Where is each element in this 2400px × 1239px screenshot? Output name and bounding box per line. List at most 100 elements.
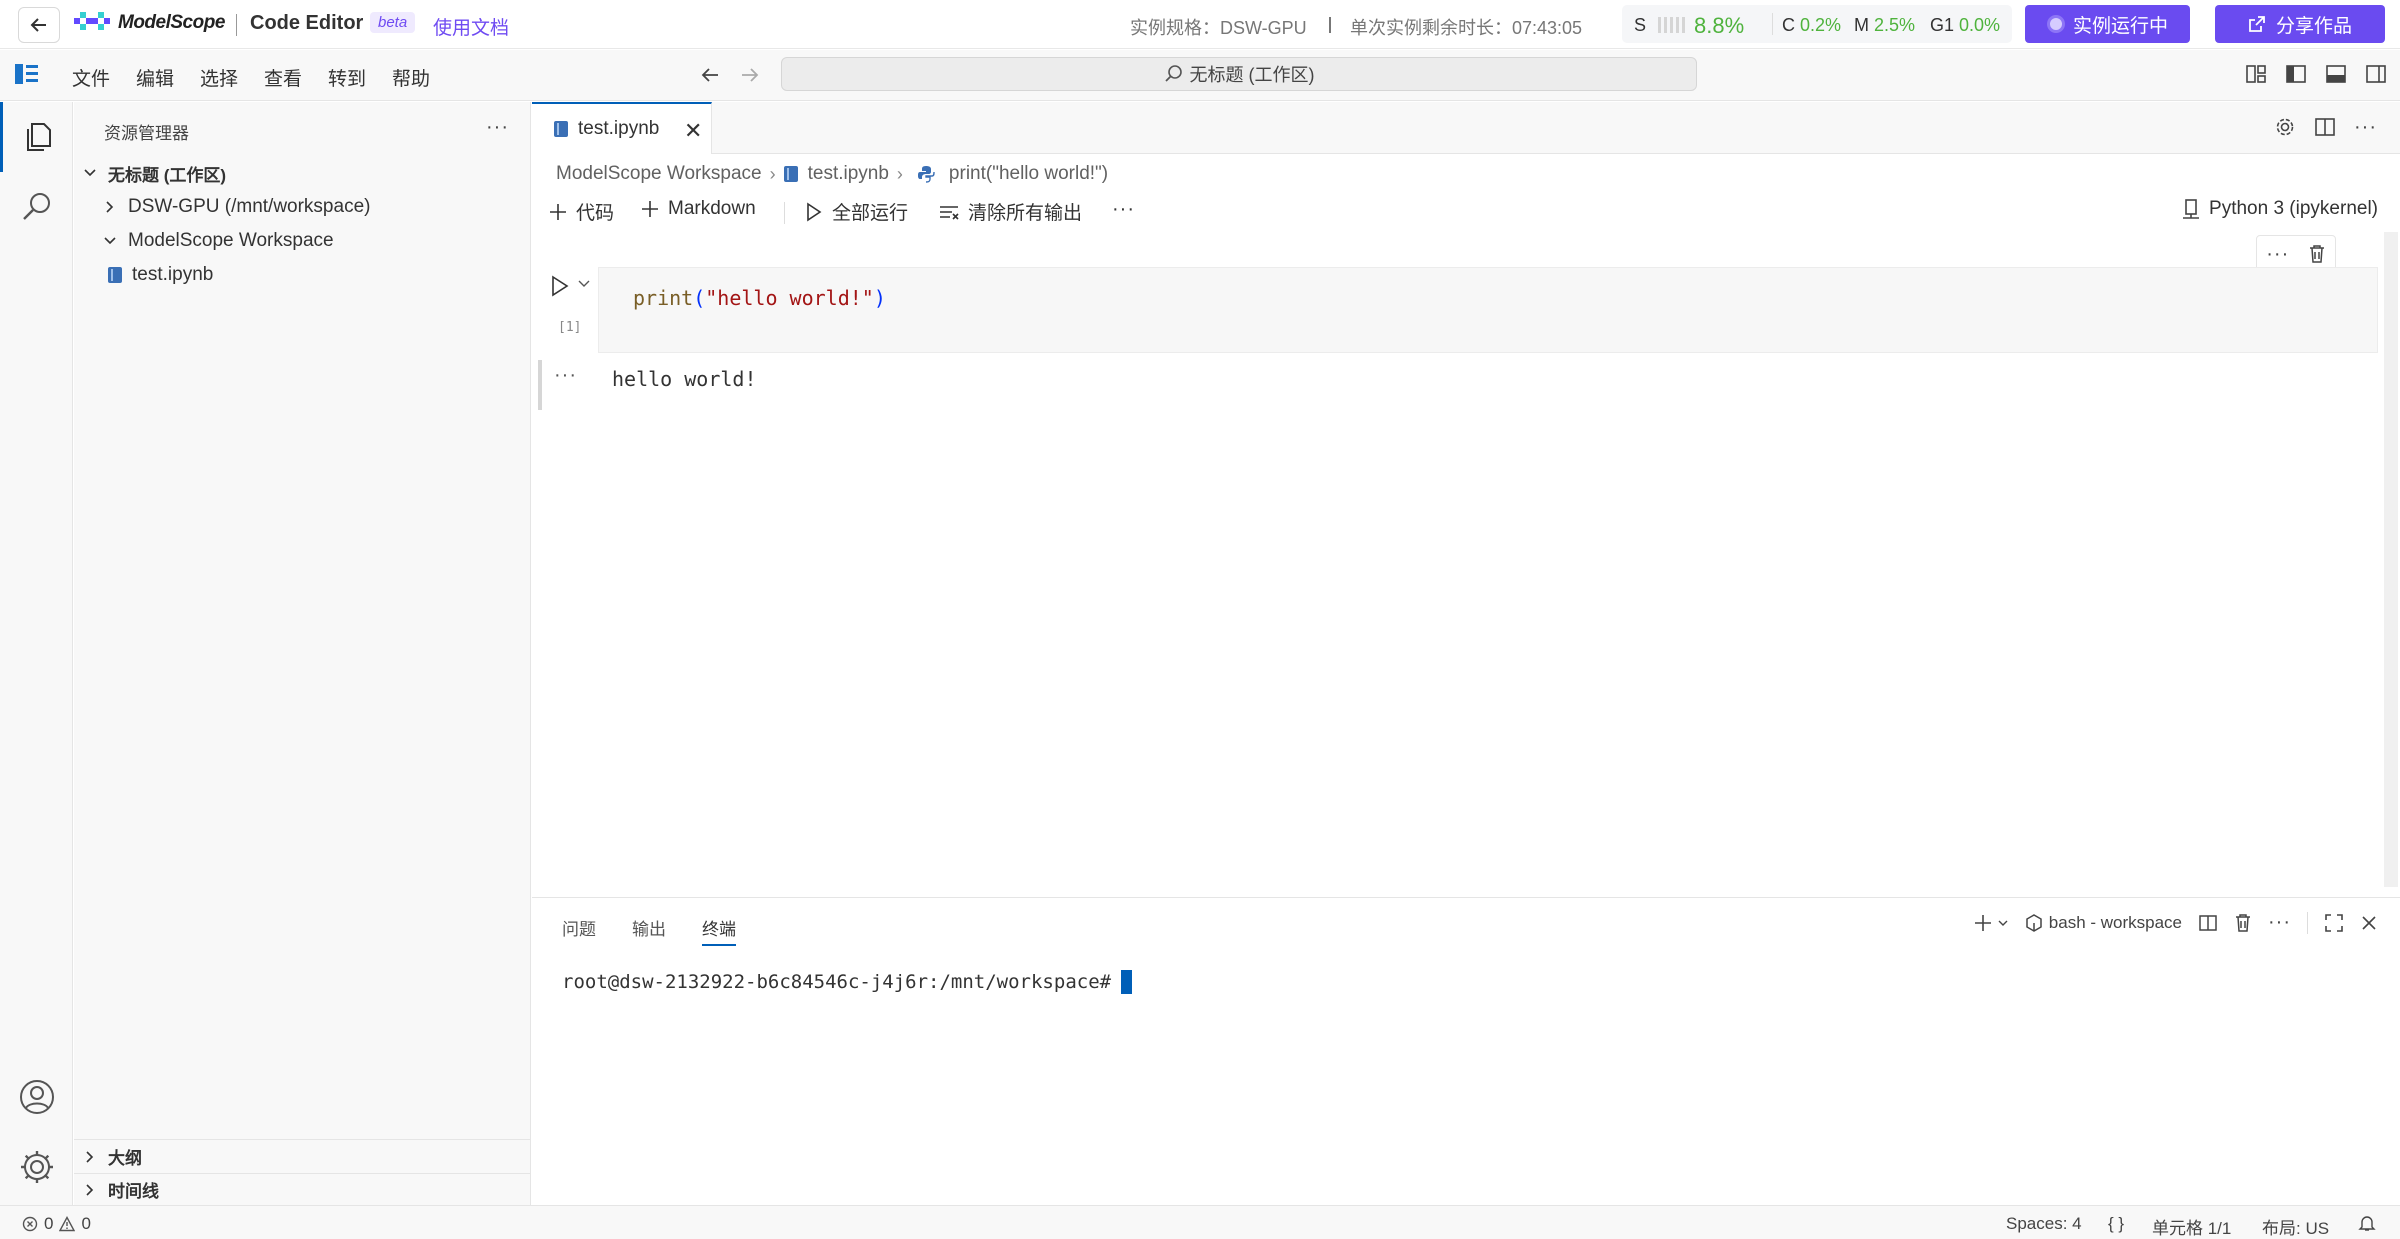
instance-running-button[interactable]: 实例运行中 [2025,5,2190,43]
more-actions-icon[interactable]: ··· [2268,911,2291,934]
chevron-right-icon [80,1183,100,1197]
close-icon[interactable] [2360,914,2378,932]
tab-terminal[interactable]: 终端 [702,915,736,946]
trash-icon[interactable] [2308,244,2326,264]
menu-go[interactable]: 转到 [328,64,366,91]
outline-section[interactable]: 大纲 [74,1139,530,1173]
notebook-file-icon [554,121,568,137]
terminal[interactable]: root@dsw-2132922-b6c84546c-j4j6r:/mnt/wo… [562,970,1133,994]
notifications-icon[interactable] [2358,1214,2376,1232]
storage-label: S [1634,15,1647,35]
cell-position-status[interactable]: 单元格 1/1 [2152,1214,2231,1239]
run-all-button[interactable]: 全部运行 [804,198,908,225]
cpu-label: C [1782,15,1795,35]
explorer-activity[interactable] [0,102,73,172]
trash-icon[interactable] [2234,913,2252,933]
chevron-down-icon [80,166,100,180]
split-editor-icon[interactable] [2314,116,2336,138]
gpu-value: 0.0% [1959,15,2001,35]
tab-problems[interactable]: 问题 [562,915,596,940]
gpu-usage: G1 0.0% [1930,15,2000,36]
more-actions-icon[interactable]: ··· [1112,198,1135,221]
toggle-secondary-sidebar-icon[interactable] [2365,63,2387,85]
chevron-right-icon: › [896,163,903,184]
chevron-down-icon [100,234,120,248]
close-icon[interactable]: ✕ [684,118,702,144]
keyboard-layout-status[interactable]: 布局: US [2262,1214,2329,1239]
menu-selection[interactable]: 选择 [200,64,238,91]
notebook-toolbar: 代码 Markdown 全部运行 清除所有输出 ··· Python 3 (ip… [532,192,2400,232]
tree-item-dsw-gpu[interactable]: DSW-GPU (/mnt/workspace) [74,190,530,224]
tree-item-label: ModelScope Workspace [128,230,334,251]
chevron-right-icon [80,1150,100,1164]
problems-status[interactable]: 0 0 [22,1214,91,1234]
editor-tab-bar: test.ipynb ✕ ··· [532,102,2400,154]
add-code-cell-button[interactable]: 代码 [548,198,614,225]
run-cell-button[interactable] [550,275,570,297]
gear-icon[interactable] [2274,116,2296,138]
run-all-icon [807,202,822,221]
command-center-label: 无标题 (工作区) [1189,65,1315,85]
maximize-panel-icon[interactable] [2324,913,2344,933]
search-activity[interactable] [0,172,73,242]
toggle-panel-icon[interactable] [2325,63,2347,85]
menu-edit[interactable]: 编辑 [136,64,174,91]
breadcrumb-item[interactable]: print("hello world!") [949,163,1108,185]
command-center[interactable]: 无标题 (工作区) [781,57,1697,91]
toggle-primary-sidebar-icon[interactable] [2285,63,2307,85]
back-button[interactable] [18,7,60,43]
tab-output[interactable]: 输出 [632,915,666,940]
more-actions-icon[interactable]: ··· [2266,243,2289,266]
output-more-icon[interactable]: ··· [554,364,577,387]
terminal-selector[interactable]: bash - workspace [2025,913,2182,933]
notebook-file-icon [108,267,122,283]
tree-item-label: test.ipynb [132,264,214,285]
clear-all-outputs-button[interactable]: 清除所有输出 [938,198,1082,225]
nav-back-button[interactable] [698,63,722,87]
modelscope-logo[interactable]: ModelScope [74,12,225,34]
storage-bars [1658,17,1685,33]
tree-item-workspace-root[interactable]: 无标题 (工作区) [74,156,530,190]
chevron-down-icon[interactable] [577,277,591,291]
new-terminal-button[interactable] [1973,913,2009,933]
add-markdown-cell-button[interactable]: Markdown [640,198,756,220]
more-actions-icon[interactable]: ··· [486,116,509,139]
instance-spec: 实例规格：DSW-GPU [1130,18,1307,38]
nav-forward-button[interactable] [738,63,762,87]
docs-link[interactable]: 使用文档 [433,13,509,40]
clear-all-icon [940,205,959,220]
running-status-icon [2046,15,2065,33]
tab-test-ipynb[interactable]: test.ipynb ✕ [532,102,712,154]
error-count: 0 [44,1214,54,1233]
indentation-status[interactable]: Spaces: 4 [2006,1214,2082,1234]
search-icon [1164,65,1182,82]
kernel-label: Python 3 (ipykernel) [2209,198,2378,219]
timeline-section[interactable]: 时间线 [74,1173,530,1205]
accounts-activity[interactable] [0,1072,73,1122]
manage-activity[interactable] [0,1142,73,1192]
split-terminal-icon[interactable] [2198,913,2218,933]
share-button[interactable]: 分享作品 [2215,5,2385,43]
breadcrumb-item[interactable]: test.ipynb [808,163,889,185]
menu-help[interactable]: 帮助 [392,64,430,91]
language-braces-status[interactable]: { } [2108,1214,2124,1234]
cell-code-editor[interactable]: print("hello world!") [598,267,2378,353]
output-indicator [538,360,542,410]
tree-item-label: 无标题 (工作区) [108,165,227,185]
kernel-picker[interactable]: Python 3 (ipykernel) [2181,198,2378,220]
app-menu-icon[interactable] [14,62,40,86]
python-icon [917,166,935,183]
warning-count: 0 [81,1214,91,1233]
more-actions-icon[interactable]: ··· [2354,116,2377,139]
editor-scrollbar[interactable] [2384,232,2398,887]
tree-item-test-ipynb[interactable]: test.ipynb [74,258,530,292]
bottom-panel: 问题 输出 终端 bash - workspace ··· root@dsw-2… [532,897,2400,1205]
menu-file[interactable]: 文件 [72,64,110,91]
tree-item-modelscope-workspace[interactable]: ModelScope Workspace [74,224,530,258]
menu-view[interactable]: 查看 [264,64,302,91]
sidebar-title: 资源管理器 [104,124,189,143]
breadcrumb-item[interactable]: ModelScope Workspace [556,163,762,185]
customize-layout-icon[interactable] [2245,63,2267,85]
code-cell[interactable]: [1] print("hello world!") [532,265,2378,353]
explorer-sidebar: 资源管理器 ··· 无标题 (工作区) DSW-GPU (/mnt/worksp… [74,102,531,1205]
